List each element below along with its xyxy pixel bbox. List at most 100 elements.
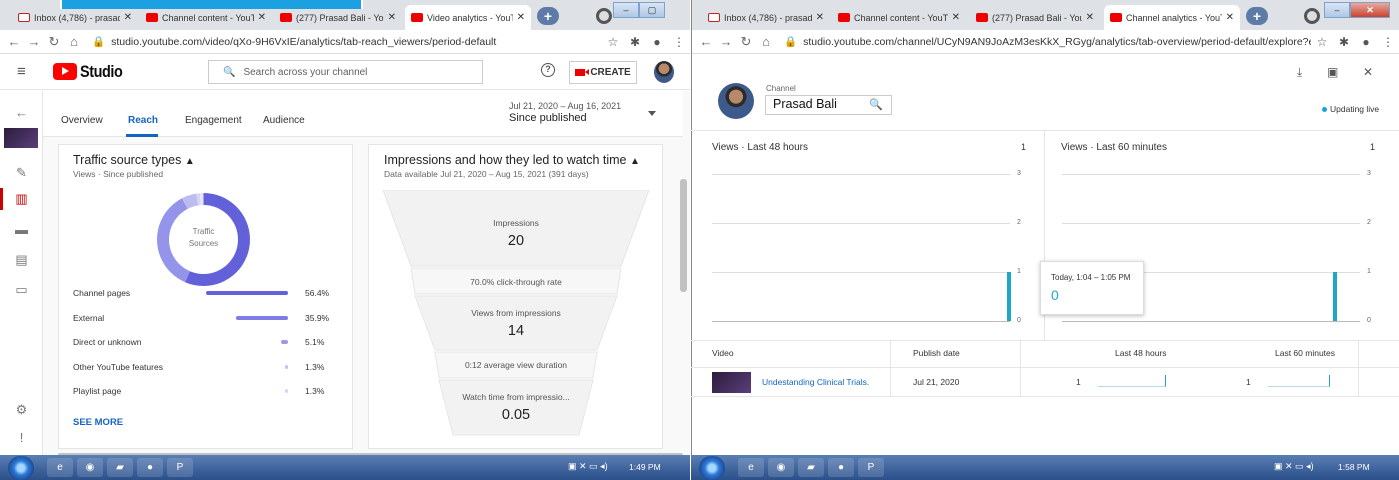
tab-overview[interactable]: Overview (61, 115, 103, 126)
table-top-border (691, 340, 1399, 341)
tab-reach[interactable]: Reach (128, 115, 158, 126)
folder-icon[interactable]: ▰ (107, 458, 133, 477)
back-arrow-icon[interactable]: ← (0, 105, 43, 120)
chevron-down-icon[interactable] (648, 111, 656, 116)
download-icon[interactable]: ⤓ (1297, 65, 1302, 80)
taskbar: e ◉ ▰ ● P ▣ ✕ ▭ ◂) 1:49 PM (0, 455, 690, 480)
tab-video-analytics[interactable]: Video analytics - YouTub✕ (405, 5, 531, 30)
channel-selector[interactable]: Prasad Bali 🔍 (765, 95, 892, 115)
tab-audience[interactable]: Audience (263, 115, 305, 126)
youtube-icon (146, 13, 158, 22)
create-button[interactable]: CREATE (569, 61, 637, 84)
tab-engagement[interactable]: Engagement (185, 115, 242, 126)
folder-icon[interactable]: ▰ (798, 458, 824, 477)
forward-icon[interactable]: → (716, 34, 736, 49)
clock[interactable]: 1:49 PM (629, 462, 661, 472)
tab-channel-analytics[interactable]: Channel analytics - YouTu ✕ (1104, 5, 1240, 30)
extensions-icon[interactable]: ✱ (1333, 35, 1355, 49)
new-tab-button[interactable]: + (1246, 7, 1268, 25)
tab-gmail[interactable]: Inbox (4,786) - prasad.ba✕ (702, 5, 830, 30)
menu-icon[interactable]: ⋮ (1377, 35, 1399, 49)
url-field[interactable]: 🔒 studio.youtube.com/video/qXo-9H6VxIE/an… (92, 35, 602, 48)
account-icon[interactable]: ● (646, 35, 668, 49)
video-thumbnail[interactable] (4, 128, 38, 148)
column-header-publish-date[interactable]: Publish date (913, 348, 960, 358)
feedback-icon[interactable]: ▣ (1327, 65, 1338, 79)
reload-icon[interactable]: ↻ (44, 34, 64, 50)
collapse-icon[interactable]: ▲ (185, 156, 195, 167)
comments-icon[interactable]: ▤ (0, 252, 43, 268)
see-more-button[interactable]: SEE MORE (73, 417, 123, 428)
date-preset[interactable]: Since published (509, 112, 587, 124)
active-tab-underline (126, 134, 158, 137)
start-button-icon[interactable] (699, 456, 725, 480)
collapse-icon[interactable]: ▲ (630, 156, 640, 167)
close-icon[interactable]: ✕ (952, 12, 960, 23)
forward-icon[interactable]: → (24, 34, 44, 49)
close-icon[interactable]: ✕ (124, 12, 132, 23)
date-range[interactable]: Jul 21, 2020 – Aug 16, 2021 (509, 101, 621, 111)
close-icon[interactable]: ✕ (1363, 65, 1373, 79)
back-icon[interactable]: ← (696, 34, 716, 49)
tab-channel-content[interactable]: Channel content - YouTu ✕ (832, 5, 966, 30)
ie-icon[interactable]: e (47, 458, 73, 477)
firefox-icon[interactable]: ● (828, 458, 854, 477)
new-tab-button[interactable]: + (537, 7, 559, 25)
maximize-icon[interactable]: ▢ (639, 2, 665, 18)
minimize-icon[interactable]: – (613, 2, 639, 18)
column-header-48h[interactable]: Last 48 hours (1115, 348, 1167, 358)
video-title-link[interactable]: Undestanding Clinical Trials. (762, 377, 869, 387)
clock[interactable]: 1:58 PM (1338, 462, 1370, 472)
bookmark-star-icon[interactable]: ☆ (1311, 35, 1333, 49)
close-icon[interactable]: ✕ (258, 12, 266, 23)
analytics-icon[interactable]: ▥ (0, 191, 43, 207)
menu-icon[interactable]: ⋮ (668, 35, 690, 49)
extensions-icon[interactable]: ✱ (624, 35, 646, 49)
close-icon[interactable]: ✕ (517, 12, 525, 23)
tray-icons[interactable]: ▣ ✕ ▭ ◂) (568, 461, 608, 472)
tab-strip: Inbox (4,786) - prasad.ba✕ Channel conte… (692, 0, 1399, 30)
reload-icon[interactable]: ↻ (736, 34, 756, 50)
start-button-icon[interactable] (8, 456, 34, 480)
back-icon[interactable]: ← (4, 34, 24, 49)
firefox-icon[interactable]: ● (137, 458, 163, 477)
studio-header: ≡ Studio 🔍 Search across your channel ? C… (0, 54, 690, 90)
close-icon[interactable]: ✕ (388, 12, 396, 23)
settings-gear-icon[interactable]: ⚙ (0, 402, 43, 418)
minimize-icon[interactable]: – (1324, 2, 1350, 18)
youtube-logo-icon[interactable] (53, 63, 77, 80)
feedback-icon[interactable]: ! (0, 430, 43, 445)
close-icon[interactable]: ✕ (1226, 12, 1234, 23)
tab-prasad-bali[interactable]: (277) Prasad Bali - YouTu✕ (970, 5, 1100, 30)
powerpoint-icon[interactable]: P (167, 458, 193, 477)
chrome-icon[interactable]: ◉ (768, 458, 794, 477)
column-header-video[interactable]: Video (712, 348, 734, 358)
profile-icon[interactable] (1304, 8, 1320, 24)
bookmark-star-icon[interactable]: ☆ (602, 35, 624, 49)
pencil-icon[interactable]: ✎ (0, 165, 43, 181)
powerpoint-icon[interactable]: P (858, 458, 884, 477)
help-icon[interactable]: ? (541, 63, 555, 77)
column-header-60m[interactable]: Last 60 minutes (1275, 348, 1335, 358)
profile-icon[interactable] (596, 8, 612, 24)
home-icon[interactable]: ⌂ (64, 34, 84, 49)
close-window-icon[interactable]: ✕ (1350, 2, 1390, 18)
hamburger-icon[interactable]: ≡ (17, 63, 33, 80)
editor-icon[interactable]: ▬ (0, 222, 43, 237)
vertical-scrollbar[interactable] (680, 179, 687, 292)
subtitles-icon[interactable]: ▭ (0, 282, 43, 298)
divider (691, 130, 1399, 131)
ie-icon[interactable]: e (738, 458, 764, 477)
avatar[interactable] (654, 61, 674, 83)
account-icon[interactable]: ● (1355, 35, 1377, 49)
close-icon[interactable]: ✕ (1086, 12, 1094, 23)
tray-icons[interactable]: ▣ ✕ ▭ ◂) (1274, 461, 1314, 472)
home-icon[interactable]: ⌂ (756, 34, 776, 49)
chrome-icon[interactable]: ◉ (77, 458, 103, 477)
video-thumbnail[interactable] (712, 372, 751, 393)
search-input[interactable]: 🔍 Search across your channel (208, 60, 483, 84)
url-field[interactable]: 🔒 studio.youtube.com/channel/UCyN9AN9JoAz… (784, 35, 1311, 48)
source-label: External (73, 313, 105, 323)
chart-bar (1333, 272, 1337, 321)
close-icon[interactable]: ✕ (816, 12, 824, 23)
